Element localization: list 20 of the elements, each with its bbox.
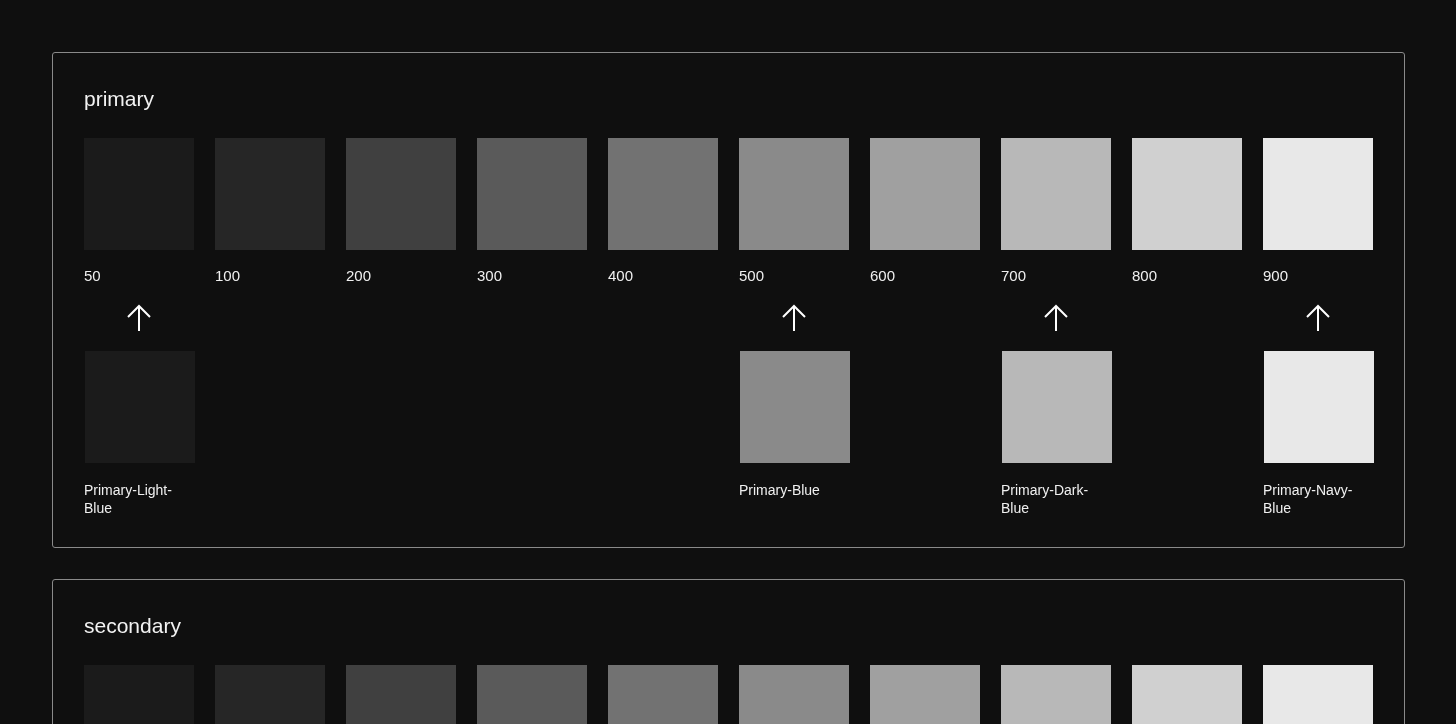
alias-label: Primary-Navy-Blue — [1263, 481, 1354, 517]
alias-label: Primary-Blue — [739, 481, 821, 499]
section-title: secondary — [84, 613, 182, 639]
shade-label: 200 — [346, 266, 373, 286]
shade-label: 500 — [739, 266, 766, 286]
alias-label: Primary-Light-Blue — [84, 481, 173, 517]
shade-label: 600 — [870, 266, 897, 286]
shade-label: 100 — [215, 266, 242, 286]
alias-label: Primary-Dark-Blue — [1001, 481, 1090, 517]
shade-label: 900 — [1263, 266, 1290, 286]
shade-label: 50 — [84, 266, 102, 286]
up-arrow-icon — [1043, 304, 1069, 332]
shade-label: 700 — [1001, 266, 1028, 286]
shade-label: 800 — [1132, 266, 1159, 286]
up-arrow-icon — [781, 304, 807, 332]
shade-label: 300 — [477, 266, 504, 286]
up-arrow-icon — [1305, 304, 1331, 332]
up-arrow-icon — [126, 304, 152, 332]
shade-label: 400 — [608, 266, 635, 286]
section-title: primary — [84, 86, 155, 112]
